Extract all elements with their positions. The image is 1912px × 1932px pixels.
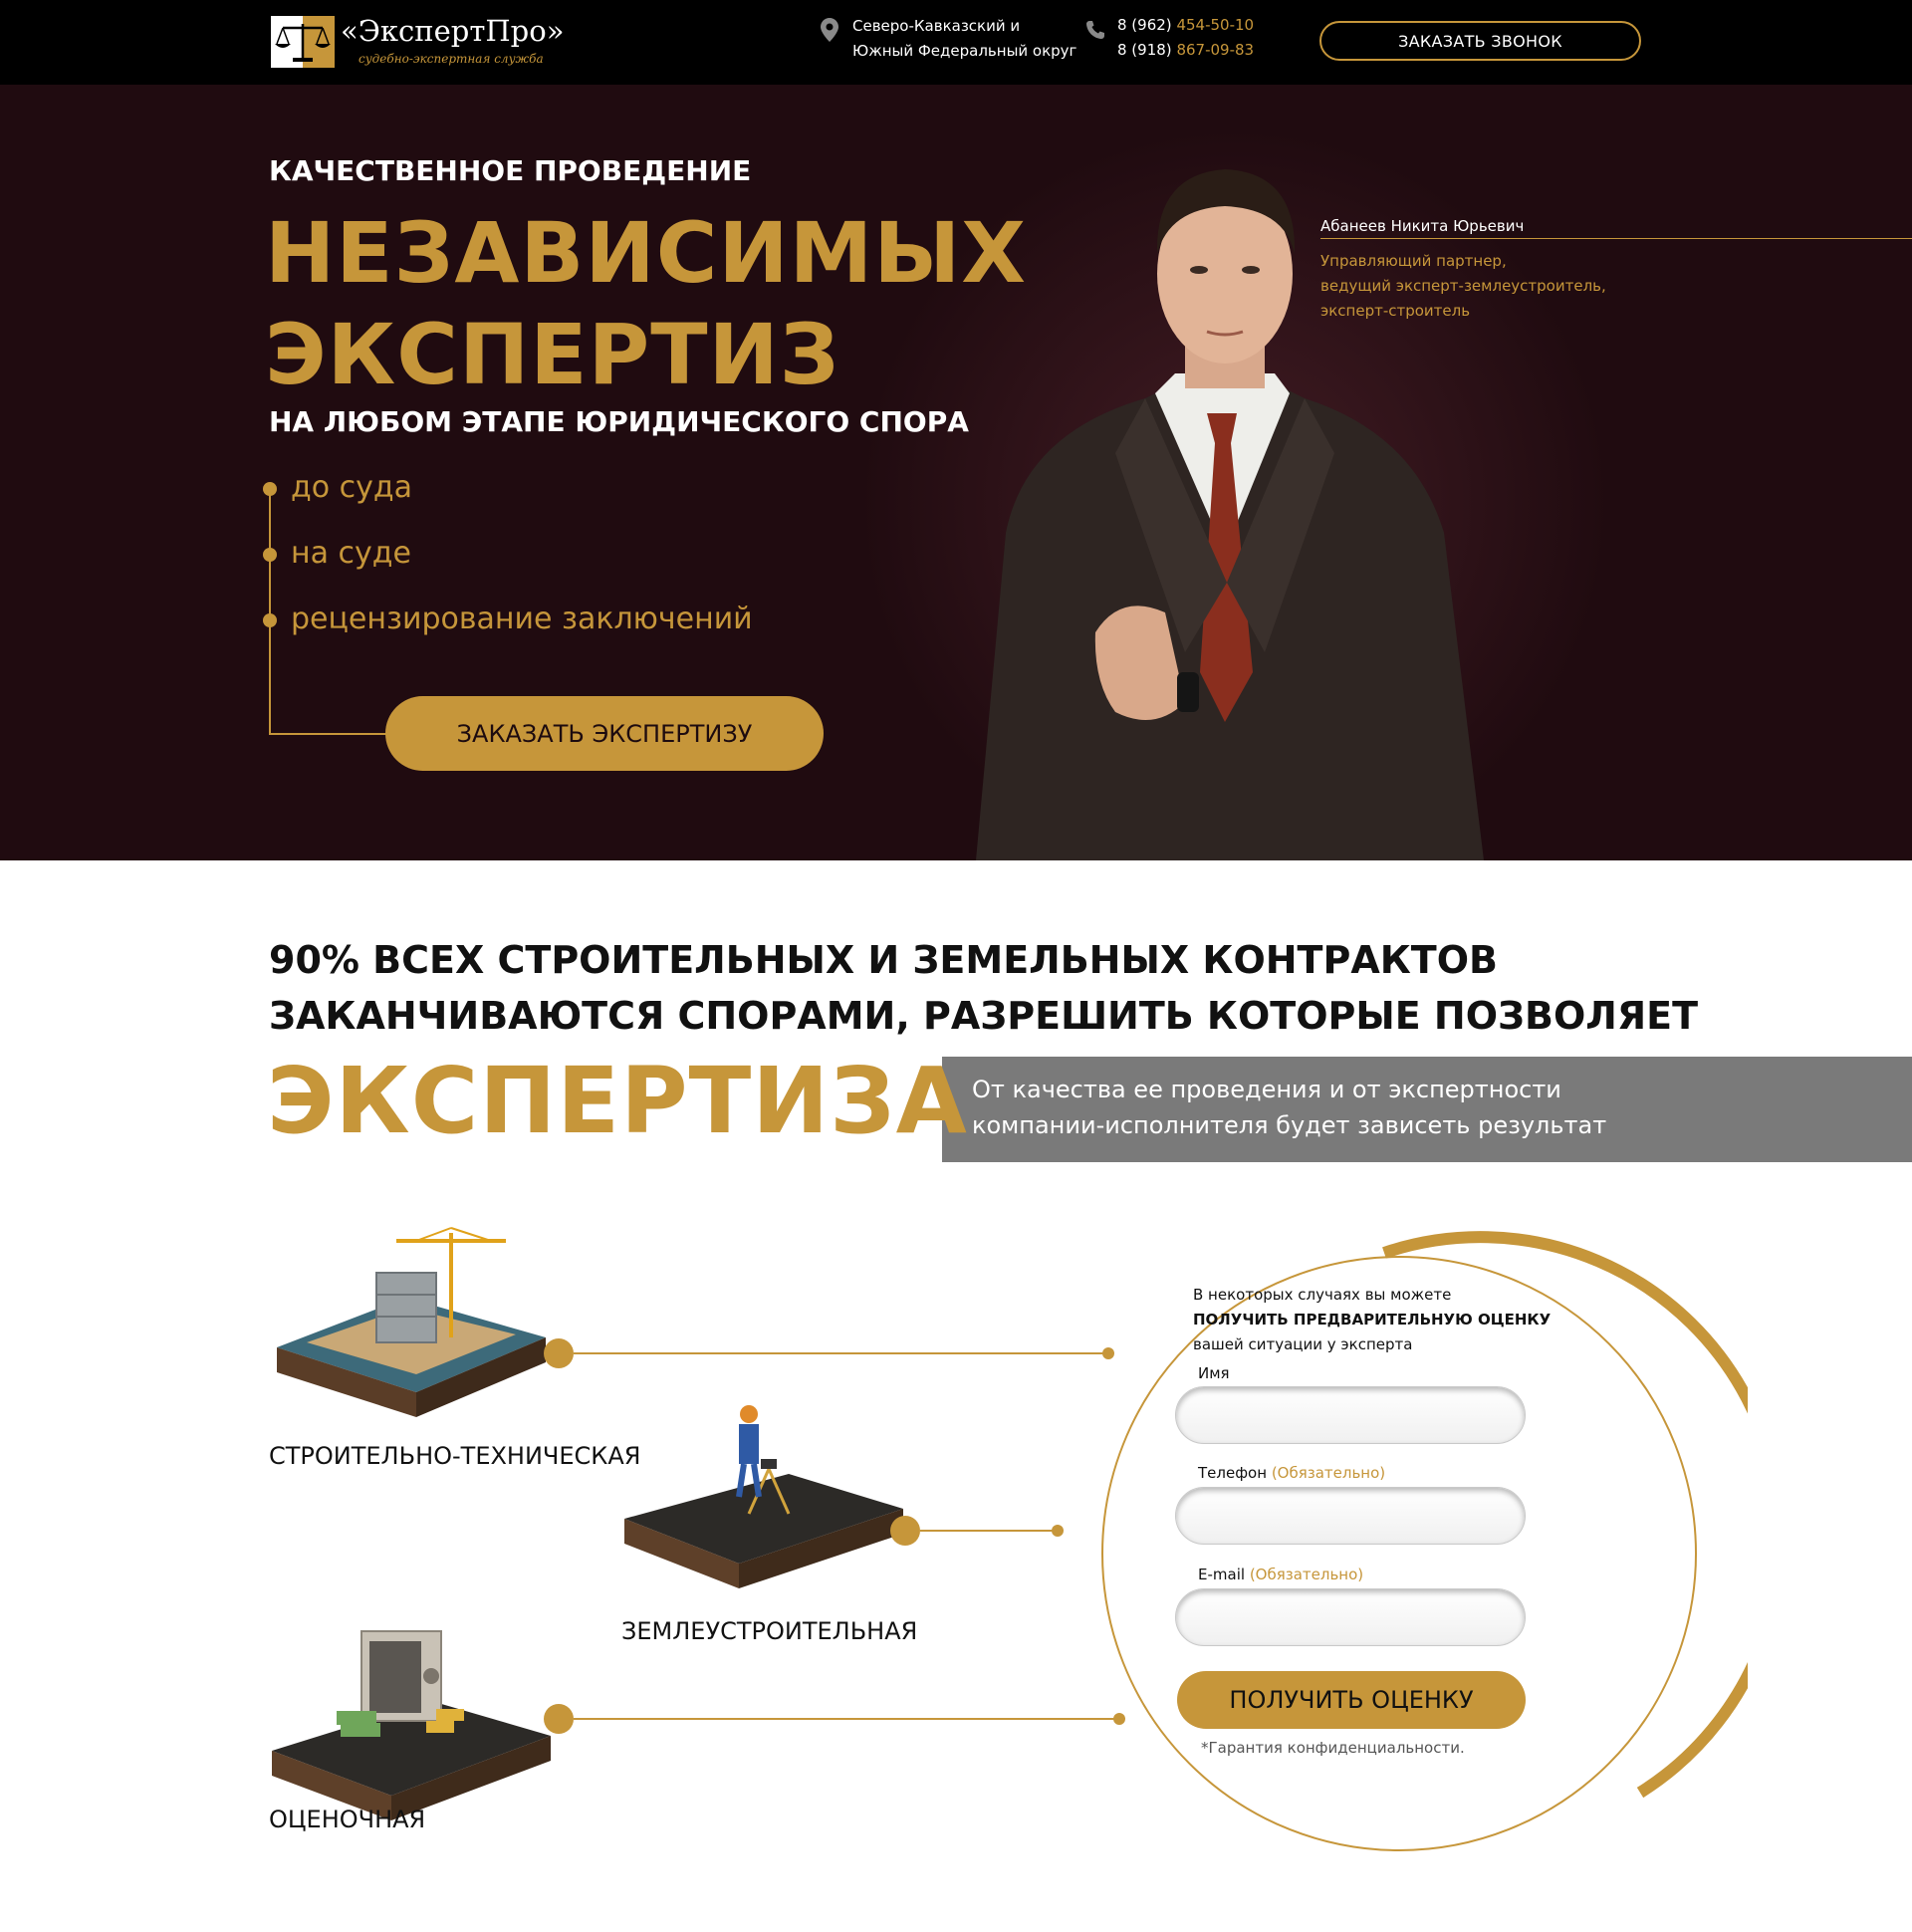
expert-name: Абанеев Никита Юрьевич [1320, 217, 1525, 235]
phone-field[interactable] [1175, 1487, 1526, 1545]
bullet-dot [263, 613, 277, 627]
phone-label-text: Телефон [1198, 1464, 1268, 1482]
name-label-text: Имя [1198, 1364, 1230, 1382]
phone-1-prefix: 8 (962) [1117, 16, 1172, 34]
expert-role-line-2: ведущий эксперт-землеустроитель, [1320, 277, 1606, 295]
type-label-valuation: ОЦЕНОЧНАЯ [269, 1806, 426, 1833]
stats-note-box: От качества ее проведения и от экспертно… [942, 1057, 1912, 1162]
hero-section: КАЧЕСТВЕННОЕ ПРОВЕДЕНИЕ НЕЗАВИСИМЫХ ЭКСП… [0, 85, 1912, 860]
form-intro: В некоторых случаях вы можете ПОЛУЧИТЬ П… [1193, 1283, 1552, 1357]
stats-heading-line-1: 90% ВСЕХ СТРОИТЕЛЬНЫХ И ЗЕМЕЛЬНЫХ КОНТРА… [269, 938, 1498, 982]
email-required-note: (Обязательно) [1249, 1566, 1364, 1583]
type-node-construction [544, 1338, 574, 1368]
region-line-2: Южный Федеральный округ [852, 42, 1077, 60]
hero-button-connector [269, 733, 388, 735]
stats-heading-line-2: ЗАКАНЧИВАЮТСЯ СПОРАМИ, РАЗРЕШИТЬ КОТОРЫЕ… [269, 994, 1699, 1038]
hero-bullet: до суда [263, 470, 761, 510]
logo-subtitle: судебно-экспертная служба [358, 52, 544, 66]
stats-heading: 90% ВСЕХ СТРОИТЕЛЬНЫХ И ЗЕМЕЛЬНЫХ КОНТРА… [269, 932, 1698, 1044]
stats-note-line-1: От качества ее проведения и от экспертно… [972, 1076, 1561, 1103]
stats-note-line-2: компании-исполнителя будет зависеть резу… [972, 1111, 1607, 1139]
bullet-dot [263, 548, 277, 562]
name-field[interactable] [1175, 1386, 1526, 1444]
type-label-land: ЗЕМЛЕУСТРОИТЕЛЬНАЯ [621, 1617, 918, 1645]
logo[interactable]: «ЭкспертПро» судебно-экспертная служба [271, 14, 570, 72]
logo-title: «ЭкспертПро» [341, 14, 565, 48]
bullet-dot [263, 482, 277, 496]
hero-subtitle: НА ЛЮБОМ ЭТАПЕ ЮРИДИЧЕСКОГО СПОРА [269, 405, 969, 438]
email-field[interactable] [1175, 1588, 1526, 1646]
phone-1[interactable]: 8 (962) 454-50-10 [1117, 16, 1254, 34]
hero-bullet: на суде [263, 536, 761, 576]
phone-label: Телефон (Обязательно) [1198, 1464, 1385, 1482]
region-text: Северо-Кавказский и Южный Федеральный ок… [852, 14, 1111, 64]
expert-role: Управляющий партнер, ведущий эксперт-зем… [1320, 249, 1679, 324]
phone-2[interactable]: 8 (918) 867-09-83 [1117, 41, 1254, 59]
email-label-text: E-mail [1198, 1566, 1246, 1583]
name-label: Имя [1198, 1364, 1230, 1382]
hero-bullet-text: рецензирование заключений [291, 602, 753, 636]
form-intro-line-1: В некоторых случаях вы можете [1193, 1286, 1452, 1304]
form-intro-line-3: вашей ситуации у эксперта [1193, 1335, 1413, 1353]
order-callback-button[interactable]: ЗАКАЗАТЬ ЗВОНОК [1319, 21, 1641, 61]
type-node-land [890, 1516, 920, 1546]
scales-of-justice-icon [271, 16, 335, 68]
type-connector-land [920, 1530, 1058, 1532]
privacy-note: *Гарантия конфиденциальности. [1201, 1739, 1465, 1757]
hero-title-line-2: ЭКСПЕРТИЗ [265, 306, 840, 403]
expert-role-line-1: Управляющий партнер, [1320, 252, 1507, 270]
hero-bullet-text: на суде [291, 536, 411, 571]
phone-required-note: (Обязательно) [1271, 1464, 1386, 1482]
map-pin-icon [821, 18, 838, 42]
stats-big-word: ЭКСПЕРТИЗА [267, 1048, 968, 1154]
hero-title-line-1: НЕЗАВИСИМЫХ [265, 204, 1028, 302]
type-connector-valuation [574, 1718, 1115, 1720]
stats-note-text: От качества ее проведения и от экспертно… [972, 1072, 1709, 1143]
phone-icon [1086, 21, 1104, 39]
top-header: «ЭкспертПро» судебно-экспертная служба С… [0, 0, 1912, 85]
phone-1-number: 454-50-10 [1176, 16, 1255, 34]
order-expertise-button[interactable]: ЗАКАЗАТЬ ЭКСПЕРТИЗУ [385, 696, 824, 771]
hero-kicker: КАЧЕСТВЕННОЕ ПРОВЕДЕНИЕ [269, 154, 752, 187]
region-line-1: Северо-Кавказский и [852, 17, 1021, 35]
type-connector-construction [574, 1352, 1107, 1354]
phone-2-prefix: 8 (918) [1117, 41, 1172, 59]
email-label: E-mail (Обязательно) [1198, 1566, 1363, 1583]
hero-title: НЕЗАВИСИМЫХ ЭКСПЕРТИЗ [265, 202, 1027, 405]
form-intro-line-2: ПОЛУЧИТЬ ПРЕДВАРИТЕЛЬНУЮ ОЦЕНКУ [1193, 1311, 1552, 1328]
type-label-construction: СТРОИТЕЛЬНО-ТЕХНИЧЕСКАЯ [269, 1442, 641, 1470]
expert-divider [1320, 238, 1912, 239]
get-estimate-button[interactable]: ПОЛУЧИТЬ ОЦЕНКУ [1177, 1671, 1526, 1729]
phone-2-number: 867-09-83 [1176, 41, 1255, 59]
type-node-valuation [544, 1704, 574, 1734]
expert-role-line-3: эксперт-строитель [1320, 302, 1471, 320]
valuation-safe-illustration [272, 1630, 551, 1820]
construction-site-illustration [277, 1227, 546, 1417]
hero-bullet-text: до суда [291, 470, 413, 505]
land-surveyor-illustration [624, 1405, 903, 1588]
hero-bullet: рецензирование заключений [263, 602, 761, 641]
